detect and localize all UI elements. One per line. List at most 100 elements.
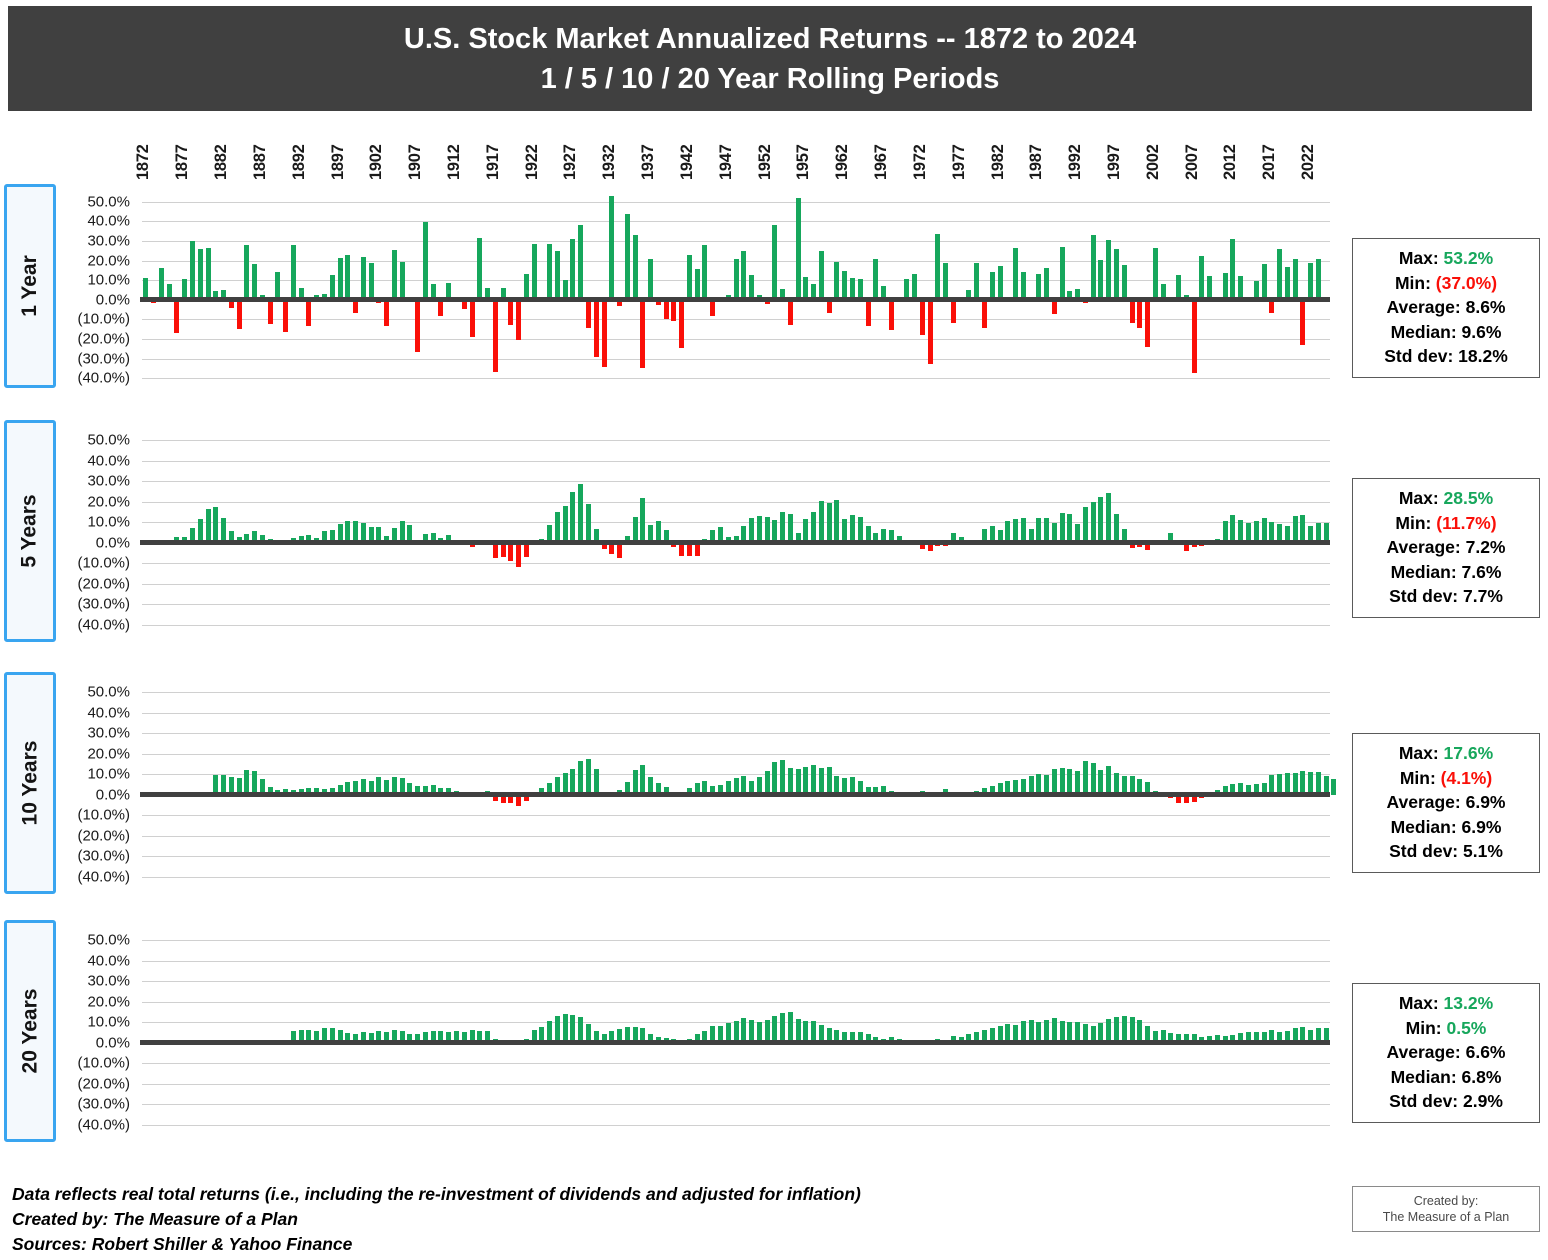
- y-axis-labels: 50.0%40.0%30.0%20.0%10.0%0.0%(10.0%)(20.…: [0, 430, 136, 635]
- x-axis-tick-1877: 1877: [173, 144, 191, 180]
- gridline: [142, 1063, 1330, 1064]
- stats-box-1-year: Max: 53.2% Min: (37.0%) Average: 8.6% Me…: [1352, 238, 1540, 378]
- bar: [1277, 249, 1282, 300]
- y-axis-tick-label: (20.0%): [77, 575, 130, 592]
- bar: [1036, 274, 1041, 300]
- x-axis-tick-1912: 1912: [445, 144, 463, 180]
- bar: [508, 543, 513, 561]
- bar: [508, 300, 513, 325]
- bar: [1083, 507, 1088, 542]
- y-axis-tick-label: 50.0%: [87, 193, 130, 210]
- stats-box-5-years: Max: 28.5% Min: (11.7%) Average: 7.2% Me…: [1352, 478, 1540, 618]
- gridline: [142, 774, 1330, 775]
- y-axis-tick-label: 20.0%: [87, 493, 130, 510]
- stat-average: Average: 8.6%: [1359, 295, 1533, 320]
- y-axis-tick-label: 30.0%: [87, 725, 130, 742]
- bar: [1036, 518, 1041, 543]
- bar: [1230, 239, 1235, 300]
- bar: [1091, 763, 1096, 795]
- bar: [1262, 264, 1267, 300]
- bar: [788, 514, 793, 543]
- bar: [330, 275, 335, 300]
- bar: [842, 519, 847, 543]
- bar: [687, 255, 692, 300]
- footer-line-1: Data reflects real total returns (i.e., …: [12, 1182, 1012, 1207]
- bar: [563, 506, 568, 543]
- bar: [174, 300, 179, 333]
- bar: [1052, 1018, 1057, 1042]
- bar: [1192, 300, 1197, 374]
- bar: [477, 238, 482, 300]
- bar: [516, 300, 521, 340]
- gridline: [142, 836, 1330, 837]
- bar: [1106, 766, 1111, 795]
- bar: [803, 767, 808, 794]
- bar: [252, 771, 257, 794]
- y-axis-tick-label: (30.0%): [77, 848, 130, 865]
- bar: [780, 1013, 785, 1043]
- y-axis-tick-label: 10.0%: [87, 766, 130, 783]
- bar: [780, 512, 785, 543]
- stat-max: Max: 17.6%: [1359, 741, 1533, 766]
- stat-min-value: (4.1%): [1441, 768, 1493, 788]
- bar: [1098, 260, 1103, 300]
- bar: [198, 519, 203, 542]
- bar: [570, 1015, 575, 1042]
- stat-stddev: Std dev: 2.9%: [1359, 1089, 1533, 1114]
- bar: [1176, 275, 1181, 299]
- bar: [578, 484, 583, 542]
- bar: [244, 770, 249, 794]
- stat-median: Median: 9.6%: [1359, 320, 1533, 345]
- gridline: [142, 221, 1330, 222]
- bar: [749, 275, 754, 300]
- y-axis-tick-label: (30.0%): [77, 350, 130, 367]
- stat-min: Min: (37.0%): [1359, 271, 1533, 296]
- y-axis-labels: 50.0%40.0%30.0%20.0%10.0%0.0%(10.0%)(20.…: [0, 930, 136, 1135]
- bar: [741, 251, 746, 300]
- bar: [1044, 268, 1049, 300]
- x-axis-tick-2017: 2017: [1260, 144, 1278, 180]
- y-axis-tick-label: (10.0%): [77, 807, 130, 824]
- bar: [858, 517, 863, 542]
- stat-max-value: 13.2%: [1444, 993, 1494, 1013]
- gridline: [142, 563, 1330, 564]
- bar: [1130, 300, 1135, 324]
- bar: [1331, 779, 1336, 795]
- chart-panel-20-years: 50.0%40.0%30.0%20.0%10.0%0.0%(10.0%)(20.…: [0, 930, 1340, 1135]
- y-axis-tick-label: 10.0%: [87, 514, 130, 531]
- bar: [819, 768, 824, 795]
- x-axis-tick-1927: 1927: [561, 144, 579, 180]
- stat-min-value: 0.5%: [1446, 1018, 1486, 1038]
- stat-min: Min: 0.5%: [1359, 1016, 1533, 1041]
- gridline: [142, 481, 1330, 482]
- footer-line-3: Sources: Robert Shiller & Yahoo Finance: [12, 1232, 1012, 1257]
- bar: [594, 769, 599, 794]
- y-axis-tick-label: 40.0%: [87, 952, 130, 969]
- bar: [1091, 502, 1096, 543]
- bar: [1052, 769, 1057, 795]
- bar: [640, 300, 645, 369]
- stat-stddev: Std dev: 18.2%: [1359, 344, 1533, 369]
- bar: [578, 1017, 583, 1043]
- stat-max-value: 53.2%: [1444, 248, 1494, 268]
- bar: [633, 770, 638, 794]
- bar: [664, 300, 669, 319]
- bar: [850, 515, 855, 543]
- bar: [213, 507, 218, 543]
- bar: [741, 1018, 746, 1043]
- bar: [1098, 770, 1103, 795]
- gridline: [142, 522, 1330, 523]
- gridline: [142, 584, 1330, 585]
- stat-average: Average: 6.9%: [1359, 790, 1533, 815]
- bar: [788, 768, 793, 795]
- bar: [159, 268, 164, 300]
- bar: [1137, 300, 1142, 328]
- bar: [772, 1016, 777, 1042]
- bar: [1285, 267, 1290, 300]
- bar: [1060, 513, 1065, 543]
- bar: [221, 518, 226, 543]
- gridline: [142, 378, 1330, 379]
- y-axis-tick-label: (40.0%): [77, 1116, 130, 1133]
- bar: [1075, 771, 1080, 794]
- bar: [275, 272, 280, 300]
